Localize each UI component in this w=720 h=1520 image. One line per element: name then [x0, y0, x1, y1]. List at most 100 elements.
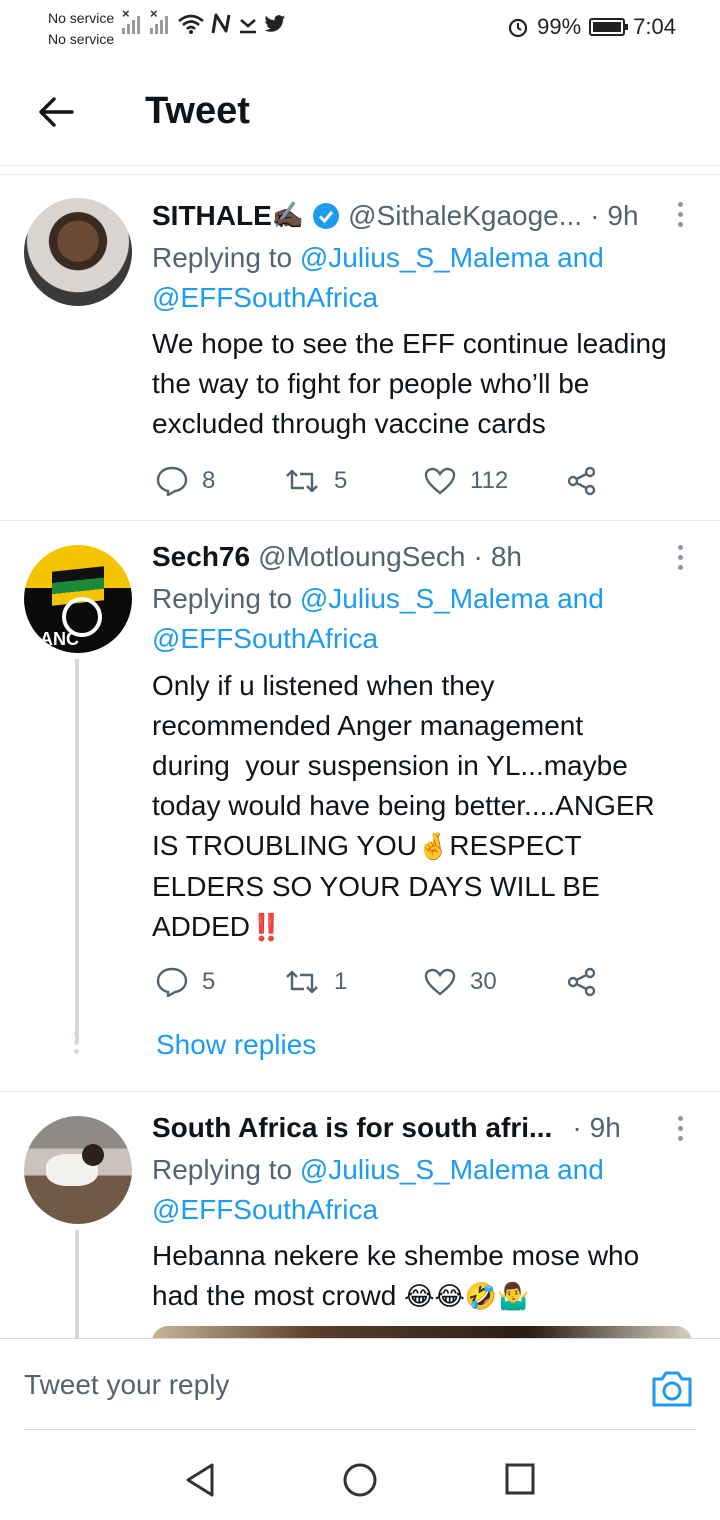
text-line: ELDERS SO YOUR DAYS WILL BE — [152, 871, 600, 902]
retweet-count: 1 — [334, 968, 348, 995]
reply-count: 5 — [202, 968, 216, 995]
share-icon — [567, 466, 596, 496]
text-line: today would have being better....ANGER — [152, 790, 655, 821]
system-nav-bar — [0, 1430, 720, 1520]
text-line: Hebanna nekere ke shembe mose who — [152, 1240, 640, 1271]
mention-link[interactable]: @EFFSouthAfrica — [152, 623, 378, 654]
crossed-fingers-emoji: 🤞 — [417, 832, 450, 862]
tweet-header: South Africa is for south afri... · 9h — [152, 1112, 660, 1144]
mention-link[interactable]: @EFFSouthAfrica — [152, 282, 378, 313]
tweet-time: 9h — [607, 200, 639, 231]
like-button[interactable]: 112 — [424, 467, 566, 495]
app-header: Tweet — [0, 56, 720, 166]
replying-and[interactable]: and — [557, 1154, 604, 1185]
more-options-icon[interactable] — [674, 545, 686, 570]
battery-percent: 99% — [537, 14, 582, 39]
mention-link[interactable]: @Julius_S_Malema — [300, 1154, 549, 1185]
more-options-icon[interactable] — [674, 202, 686, 227]
reply-icon — [156, 967, 188, 997]
battery-icon — [589, 18, 629, 36]
retweet-button[interactable]: 5 — [284, 467, 424, 495]
retweet-button[interactable]: 1 — [284, 968, 424, 996]
tweet-header: SITHALE ✍🏿 @SithaleKgaoge... · 9h — [152, 200, 660, 232]
header-divider — [0, 174, 720, 175]
page-title: Tweet — [145, 90, 250, 132]
text-line: IS TROUBLING YOU🤞RESPECT — [152, 826, 700, 867]
carrier-info: No service No service — [48, 8, 114, 50]
text-line: Only if u listened when they — [152, 670, 495, 701]
reply-icon — [156, 466, 188, 496]
like-button[interactable]: 30 — [424, 968, 566, 996]
retweet-count: 5 — [334, 467, 348, 494]
avatar[interactable] — [24, 198, 132, 306]
author-name[interactable]: Sech76 — [152, 541, 250, 573]
nfc-icon — [211, 13, 231, 34]
back-button[interactable] — [30, 86, 82, 138]
tweet-actions: 5 1 30 — [156, 967, 598, 997]
like-count: 112 — [470, 467, 509, 494]
tweet-2[interactable]: ANC Sech76 @MotloungSech · 8h Replying t… — [0, 521, 720, 1091]
mention-link[interactable]: @Julius_S_Malema — [300, 583, 549, 614]
carrier-2: No service — [48, 31, 115, 47]
author-name[interactable]: South Africa is for south afri... — [152, 1112, 552, 1144]
signal-1-icon: × — [122, 6, 144, 36]
separator-dot: · — [473, 541, 483, 572]
nav-recents-icon[interactable] — [504, 1462, 536, 1496]
nav-back-icon[interactable] — [184, 1462, 216, 1498]
tweet-time: 8h — [490, 541, 522, 572]
reply-button[interactable]: 5 — [156, 967, 284, 997]
tweet-1[interactable]: SITHALE ✍🏿 @SithaleKgaoge... · 9h Replyi… — [0, 176, 720, 520]
tweet-actions: 8 5 112 — [156, 466, 598, 496]
replying-and[interactable]: and — [557, 242, 604, 273]
camera-button[interactable] — [650, 1369, 694, 1409]
media-preview[interactable] — [152, 1326, 692, 1338]
text-segment: RESPECT — [449, 830, 582, 861]
double-exclamation-emoji: ‼️ — [250, 913, 283, 943]
text-segment: IS TROUBLING YOU — [152, 830, 418, 861]
author-handle[interactable]: @MotloungSech — [258, 541, 465, 573]
reply-input[interactable]: Tweet your reply — [24, 1369, 229, 1401]
mention-link[interactable]: @EFFSouthAfrica — [152, 1194, 378, 1225]
text-line: had the most crowd 😂😂🤣🤷‍♂️ — [152, 1276, 700, 1317]
share-icon — [567, 967, 596, 997]
replying-to: Replying to @Julius_S_Malema and @EFFSou… — [152, 579, 680, 659]
reply-count: 8 — [202, 467, 216, 494]
mention-link[interactable]: @Julius_S_Malema — [300, 242, 549, 273]
thread-line — [75, 1230, 79, 1338]
replying-prefix: Replying to — [152, 583, 293, 614]
replying-prefix: Replying to — [152, 1154, 293, 1185]
text-segment: ADDED — [152, 911, 251, 942]
thread-line — [75, 659, 79, 1041]
heart-icon — [424, 968, 456, 996]
tweet-text: Only if u listened when they recommended… — [152, 666, 700, 948]
download-check-icon — [240, 19, 256, 34]
tweet-time: 9h — [589, 1112, 621, 1143]
more-options-icon[interactable] — [674, 1116, 686, 1141]
status-bar: No service No service × × 99% 7:04 — [0, 0, 720, 56]
author-name[interactable]: SITHALE — [152, 200, 272, 232]
text-line: ADDED‼️ — [152, 907, 700, 948]
avatar[interactable]: ANC — [24, 545, 132, 653]
wifi-icon — [178, 14, 204, 34]
tweet-3[interactable]: South Africa is for south afri... · 9h R… — [0, 1092, 720, 1338]
reply-button[interactable]: 8 — [156, 466, 284, 496]
share-button[interactable] — [566, 967, 598, 997]
share-button[interactable] — [566, 466, 598, 496]
retweet-icon — [286, 970, 318, 994]
signal-2-icon: × — [150, 6, 172, 36]
verified-badge-icon — [313, 203, 340, 229]
replying-and[interactable]: and — [557, 583, 604, 614]
nav-home-icon[interactable] — [342, 1462, 378, 1498]
like-count: 30 — [470, 968, 497, 995]
replying-prefix: Replying to — [152, 242, 293, 273]
laughing-emojis: 😂😂🤣🤷‍♂️ — [404, 1282, 530, 1312]
camera-icon — [652, 1371, 692, 1407]
replying-to: Replying to @Julius_S_Malema and @EFFSou… — [152, 1150, 680, 1230]
heart-icon — [424, 467, 456, 495]
arrow-left-icon — [39, 97, 74, 127]
show-replies-link[interactable]: Show replies — [156, 1029, 316, 1061]
clock: 7:04 — [633, 14, 676, 39]
avatar[interactable] — [24, 1116, 132, 1224]
status-right: 99% 7:04 — [507, 14, 676, 40]
author-handle[interactable]: @SithaleKgaoge... — [348, 200, 582, 232]
